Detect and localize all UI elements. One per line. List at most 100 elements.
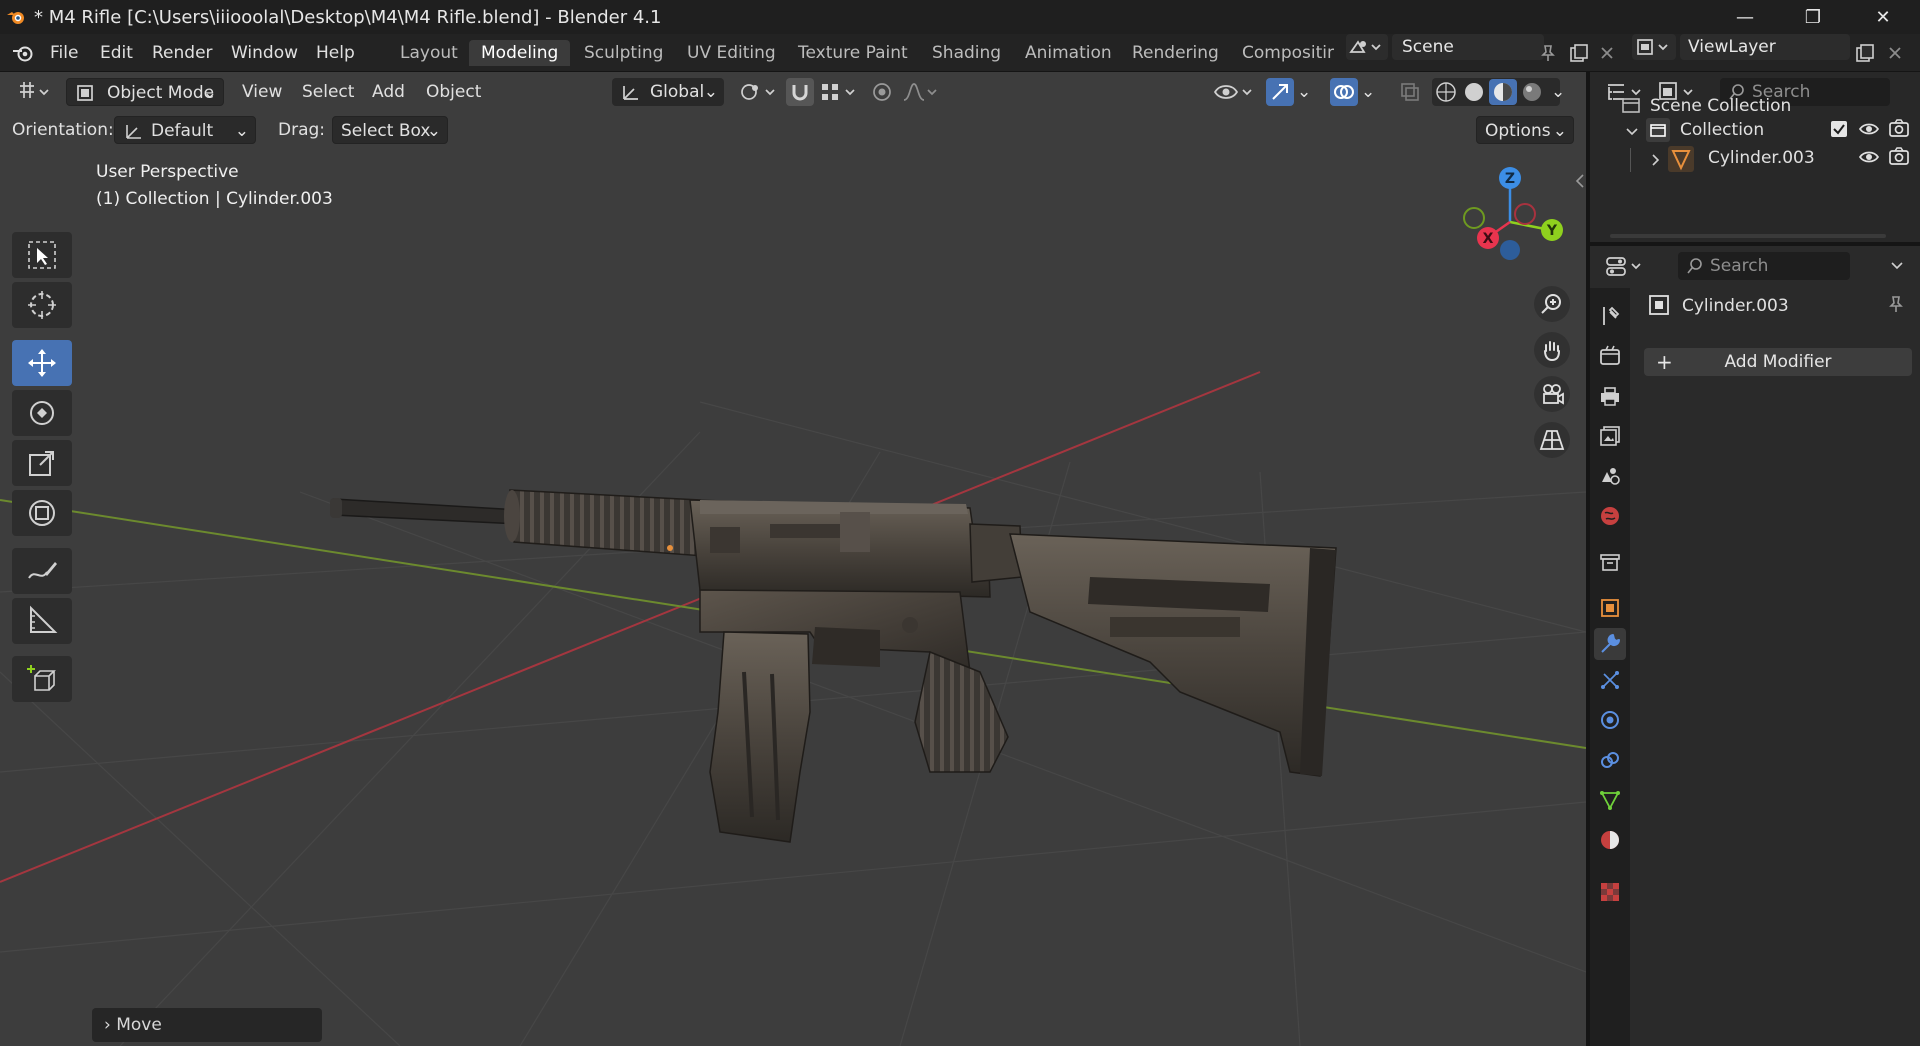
last-operator-panel[interactable]: › Move xyxy=(92,1008,322,1042)
menu-object[interactable]: Object xyxy=(418,78,489,106)
tab-tool[interactable] xyxy=(1594,300,1626,332)
outliner-scrollbar[interactable] xyxy=(1610,234,1886,238)
outliner-collection[interactable]: Collection xyxy=(1680,120,1764,140)
tab-view-layer[interactable] xyxy=(1594,420,1626,452)
new-viewlayer-icon[interactable] xyxy=(1854,42,1876,64)
overlay-toggle[interactable] xyxy=(1330,78,1358,106)
menu-add[interactable]: Add xyxy=(364,78,413,106)
eye-icon[interactable] xyxy=(1858,120,1880,138)
scene-browse-button[interactable] xyxy=(1346,34,1388,60)
tab-texture-paint[interactable]: Texture Paint xyxy=(786,40,920,66)
tab-particles[interactable] xyxy=(1594,664,1626,696)
menu-window[interactable]: Window xyxy=(231,41,298,65)
tab-uv-editing[interactable]: UV Editing xyxy=(675,40,788,66)
gizmo-toggle[interactable] xyxy=(1266,78,1294,106)
mode-selector[interactable]: Object Mode ⌄ xyxy=(66,78,224,106)
tab-physics[interactable] xyxy=(1594,704,1626,736)
maximize-button[interactable]: ❐ xyxy=(1784,0,1842,34)
move-tool[interactable] xyxy=(12,340,72,386)
drag-selector[interactable]: Select Box ⌄ xyxy=(332,116,448,144)
orientation-selector[interactable]: Default ⌄ xyxy=(114,116,256,144)
editor-type-button[interactable] xyxy=(14,78,49,106)
select-box-tool[interactable] xyxy=(12,232,72,278)
tab-shading[interactable]: Shading xyxy=(920,40,1013,66)
options-button[interactable]: Options ⌄ xyxy=(1476,116,1574,144)
tab-constraints[interactable] xyxy=(1594,744,1626,776)
transform-orientation-selector[interactable]: Global ⌄ xyxy=(612,78,724,106)
eye-icon[interactable] xyxy=(1858,148,1880,166)
properties-search-input[interactable]: Search xyxy=(1678,252,1850,280)
proportional-editing-toggle[interactable] xyxy=(868,78,896,106)
tab-material[interactable] xyxy=(1594,824,1626,856)
tab-collection[interactable] xyxy=(1594,546,1626,578)
tab-world[interactable] xyxy=(1594,500,1626,532)
pivot-point-button[interactable] xyxy=(736,78,780,106)
pin-icon[interactable] xyxy=(1538,43,1558,63)
tab-modeling[interactable]: Modeling xyxy=(469,40,571,66)
menu-file[interactable]: File xyxy=(50,41,78,65)
delete-viewlayer-icon[interactable] xyxy=(1886,44,1904,62)
rifle-model[interactable] xyxy=(330,489,1337,843)
delete-scene-icon[interactable] xyxy=(1598,44,1616,62)
tab-data[interactable] xyxy=(1594,784,1626,816)
measure-tool[interactable] xyxy=(12,598,72,644)
viewlayer-name-field[interactable]: ViewLayer xyxy=(1680,34,1850,60)
falloff-button[interactable] xyxy=(900,78,944,106)
transform-tool[interactable] xyxy=(12,490,72,536)
render-camera-icon[interactable] xyxy=(1888,118,1910,138)
tab-rendering[interactable]: Rendering xyxy=(1120,40,1231,66)
menu-edit[interactable]: Edit xyxy=(100,41,133,65)
tab-animation[interactable]: Animation xyxy=(1013,40,1124,66)
chevron-down-icon[interactable]: ⌄ xyxy=(1294,78,1316,106)
gizmo-neg-z[interactable] xyxy=(1500,240,1520,260)
tab-texture[interactable] xyxy=(1594,876,1626,908)
checkbox-icon[interactable] xyxy=(1830,120,1848,138)
outliner-root[interactable]: Scene Collection xyxy=(1650,96,1791,116)
minimize-button[interactable]: — xyxy=(1716,0,1774,34)
blender-menu-icon[interactable] xyxy=(12,42,34,64)
menu-render[interactable]: Render xyxy=(152,41,213,65)
scene-name-field[interactable]: Scene xyxy=(1392,34,1544,60)
expand-chevron-right-icon[interactable] xyxy=(1648,152,1664,168)
add-modifier-button[interactable]: + Add Modifier xyxy=(1644,348,1912,376)
chevron-down-icon[interactable]: ⌄ xyxy=(1358,78,1380,106)
expand-chevron-icon[interactable] xyxy=(1624,124,1640,140)
close-button[interactable]: ✕ xyxy=(1854,0,1912,34)
camera-view-button[interactable] xyxy=(1534,376,1570,412)
chevron-down-icon[interactable] xyxy=(1888,258,1906,274)
pan-button[interactable] xyxy=(1534,332,1570,368)
tab-scene[interactable] xyxy=(1594,460,1626,492)
tab-modifiers[interactable] xyxy=(1594,628,1626,660)
zoom-button[interactable] xyxy=(1534,286,1570,322)
perspective-toggle-button[interactable] xyxy=(1534,422,1570,458)
tab-output[interactable] xyxy=(1594,380,1626,412)
tab-layout[interactable]: Layout xyxy=(388,40,470,66)
new-scene-icon[interactable] xyxy=(1568,42,1590,64)
chevron-down-icon[interactable]: ⌄ xyxy=(1548,78,1570,106)
tab-object[interactable] xyxy=(1594,592,1626,624)
gizmo-neg-y[interactable] xyxy=(1463,207,1485,229)
outliner-object[interactable]: Cylinder.003 xyxy=(1708,148,1815,168)
tab-compositing[interactable]: Compositing xyxy=(1230,40,1334,66)
scale-tool[interactable] xyxy=(12,440,72,486)
menu-select[interactable]: Select xyxy=(294,78,362,106)
sidebar-toggle-icon[interactable] xyxy=(1574,172,1586,190)
render-camera-icon[interactable] xyxy=(1888,146,1910,166)
snap-target-button[interactable] xyxy=(818,78,862,106)
rotate-tool[interactable] xyxy=(12,390,72,436)
xray-toggle[interactable] xyxy=(1396,78,1424,106)
navigation-gizmo[interactable]: Z Y X xyxy=(1452,162,1572,282)
gizmo-neg-x[interactable] xyxy=(1514,203,1536,225)
snap-toggle[interactable] xyxy=(786,78,814,106)
add-cube-tool[interactable] xyxy=(12,656,72,702)
annotate-tool[interactable] xyxy=(12,548,72,594)
viewlayer-browse-button[interactable] xyxy=(1632,34,1676,60)
cursor-tool[interactable] xyxy=(12,282,72,328)
menu-view[interactable]: View xyxy=(234,78,290,106)
visibility-selector[interactable] xyxy=(1212,78,1258,106)
properties-editor-type-button[interactable] xyxy=(1604,252,1648,280)
pin-icon[interactable] xyxy=(1886,294,1906,314)
tab-sculpting[interactable]: Sculpting xyxy=(572,40,675,66)
menu-help[interactable]: Help xyxy=(316,41,355,65)
tab-render[interactable] xyxy=(1594,340,1626,372)
